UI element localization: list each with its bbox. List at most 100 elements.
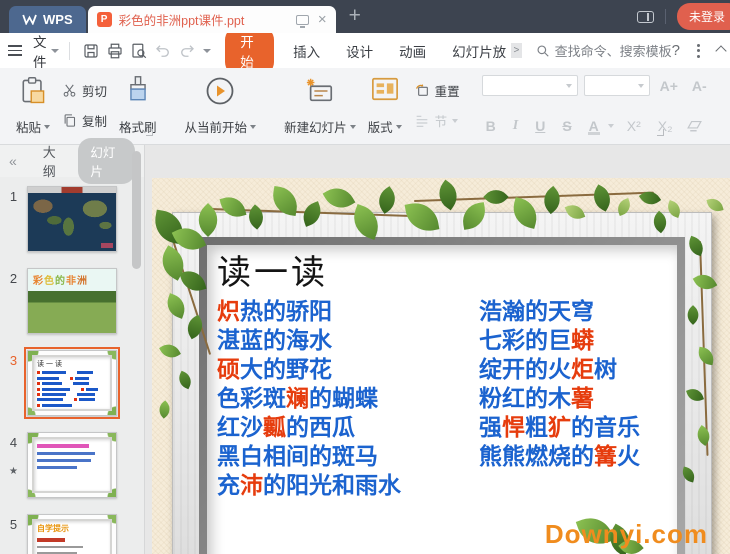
phrase-line[interactable]: 色彩斑斓的蝴蝶: [217, 384, 479, 413]
slide-number-column: 3: [0, 350, 27, 416]
ribbon-tab-animation[interactable]: 动画: [399, 41, 426, 61]
copy-button[interactable]: 复制: [58, 109, 111, 132]
paste-label: 粘贴: [16, 117, 41, 136]
titlebar: WPS P 彩色的非洲ppt课件.ppt × + 未登录: [0, 0, 730, 33]
bold-button[interactable]: B: [482, 116, 500, 136]
italic-button[interactable]: I: [509, 116, 522, 136]
phrase-line[interactable]: 红沙瓤的西瓜: [217, 413, 479, 442]
phrase-line[interactable]: 炽热的骄阳: [217, 297, 479, 326]
section-button[interactable]: 节: [410, 109, 464, 132]
phrase-line[interactable]: 绽开的火炬树: [479, 355, 675, 384]
split-window-icon[interactable]: [637, 11, 654, 23]
phrase-line[interactable]: 充沛的阳光和雨水: [217, 471, 479, 500]
play-from-current-button[interactable]: 从当前开始: [179, 73, 263, 138]
save-button[interactable]: [82, 39, 100, 63]
ivy-leaf: [483, 184, 508, 209]
more-options-button[interactable]: [697, 44, 700, 58]
layout-dropdown-icon: [396, 125, 402, 129]
section-label: 节: [435, 111, 448, 130]
document-title: 彩色的非洲ppt课件.ppt: [119, 10, 289, 29]
underline-button[interactable]: U: [531, 116, 549, 136]
layout-button[interactable]: 版式: [362, 73, 408, 138]
phrase-line[interactable]: 硕大的野花: [217, 355, 479, 384]
phrase-text: 的阳光和雨水: [263, 472, 401, 498]
phrase-line[interactable]: 强悍粗犷的音乐: [479, 413, 675, 442]
undo-button[interactable]: [154, 39, 172, 63]
slide-title[interactable]: 读一读: [217, 245, 328, 294]
font-color-dropdown-icon[interactable]: [608, 124, 614, 128]
phrase-line[interactable]: 黑白相间的斑马: [217, 442, 479, 471]
slide-thumbnail-row[interactable]: 1: [0, 186, 144, 252]
phrase-text: 的蝴蝶: [309, 385, 378, 411]
command-search[interactable]: 查找命令、搜索模板: [536, 41, 672, 60]
font-group-expand-icon[interactable]: [657, 129, 664, 136]
document-tab[interactable]: P 彩色的非洲ppt课件.ppt ×: [88, 6, 336, 33]
decrease-font-button[interactable]: A-: [688, 76, 711, 96]
slide-thumbnail-3[interactable]: 读一读: [27, 350, 117, 416]
hamburger-icon: [8, 42, 22, 59]
slide-canvas[interactable]: 读一读 炽热的骄阳湛蓝的海水硕大的野花色彩斑斓的蝴蝶红沙瓤的西瓜黑白相间的斑马充…: [152, 178, 730, 554]
phrase-line[interactable]: 七彩的巨蟒: [479, 326, 675, 355]
slide-thumbnail-1[interactable]: [27, 186, 117, 252]
thumbnail-content: [37, 441, 107, 489]
new-slide-button[interactable]: 新建幻灯片: [278, 73, 362, 138]
wps-home-tab[interactable]: WPS: [9, 6, 86, 33]
format-painter-button[interactable]: 格式刷: [113, 73, 163, 138]
new-tab-button[interactable]: +: [349, 4, 361, 28]
help-button[interactable]: ?: [672, 42, 680, 59]
reset-button[interactable]: 重置: [410, 79, 464, 102]
thumbnail-content: 读一读: [37, 359, 107, 407]
font-color-button[interactable]: A: [585, 116, 603, 136]
ivy-leaf: [706, 196, 723, 213]
phrase-line[interactable]: 粉红的木薯: [479, 384, 675, 413]
menubar-right: ?: [672, 42, 722, 59]
phrase-text: 七彩的巨: [479, 327, 571, 353]
strikethrough-button[interactable]: S: [558, 116, 575, 136]
increase-font-button[interactable]: A+: [656, 76, 682, 96]
phrase-columns: 炽热的骄阳湛蓝的海水硕大的野花色彩斑斓的蝴蝶红沙瓤的西瓜黑白相间的斑马充沛的阳光…: [217, 297, 675, 500]
slide-thumbnail-row[interactable]: 4★: [0, 432, 144, 498]
slide-thumbnail-5[interactable]: 自学提示: [27, 514, 117, 554]
phrase-line[interactable]: 湛蓝的海水: [217, 326, 479, 355]
collapse-ribbon-icon[interactable]: [715, 45, 726, 56]
close-tab-icon[interactable]: ×: [318, 12, 327, 27]
slide-thumbnail-2[interactable]: 彩色的非洲: [27, 268, 117, 334]
phrase-red-char: 沛: [240, 472, 263, 498]
history-dropdown-icon[interactable]: [203, 49, 211, 53]
play-from-current-label: 从当前开始: [185, 117, 248, 136]
collapse-sidebar-button[interactable]: «: [9, 153, 17, 169]
tab-outline[interactable]: 大纲: [43, 142, 66, 180]
font-name-select[interactable]: [482, 75, 578, 96]
ribbon-tabs-overflow-button[interactable]: >: [511, 43, 522, 58]
ribbon-tab-design[interactable]: 设计: [346, 41, 373, 61]
section-icon: [414, 113, 430, 129]
phrase-text: 红沙: [217, 414, 263, 440]
phrase-text: 充: [217, 472, 240, 498]
slide-thumbnail-row[interactable]: 2彩色的非洲: [0, 268, 144, 334]
phrase-line[interactable]: 浩瀚的天穹: [479, 297, 675, 326]
sidebar-scrollbar[interactable]: [132, 151, 141, 269]
print-preview-button[interactable]: [130, 39, 148, 63]
slide-thumbnail-list: 1 2彩色的非洲 3读一读 4★ 5自学提示: [0, 177, 144, 554]
slide-thumbnail-row[interactable]: 5自学提示: [0, 514, 144, 554]
save-icon: [82, 42, 100, 60]
phrase-line[interactable]: 熊熊燃烧的篝火: [479, 442, 675, 471]
ivy-leaf: [588, 184, 615, 211]
slide-thumbnail-row[interactable]: 3读一读: [0, 350, 144, 416]
superscript-button[interactable]: X²: [623, 116, 645, 136]
file-menu-button[interactable]: 文件: [8, 31, 59, 71]
login-button[interactable]: 未登录: [677, 3, 730, 30]
ribbon-tab-slideshow[interactable]: 幻灯片放: [452, 41, 506, 61]
cut-button[interactable]: 剪切: [58, 79, 111, 102]
font-group: A+ A- B I U S A X² X₂: [482, 73, 711, 138]
font-size-select[interactable]: [584, 75, 650, 96]
ribbon-tab-insert[interactable]: 插入: [293, 41, 320, 61]
redo-button[interactable]: [178, 39, 196, 63]
paste-button[interactable]: 粘贴: [10, 73, 56, 138]
slide-thumbnail-4[interactable]: [27, 432, 117, 498]
print-button[interactable]: [106, 39, 124, 63]
clipboard-group-expand-icon[interactable]: [146, 129, 153, 136]
clear-format-icon[interactable]: [686, 119, 703, 134]
workspace: « 大纲 幻灯片 12彩色的非洲3读一读4★5自学提示 读一读 炽热的骄阳湛蓝的…: [0, 145, 730, 554]
present-mode-icon[interactable]: [296, 15, 309, 25]
